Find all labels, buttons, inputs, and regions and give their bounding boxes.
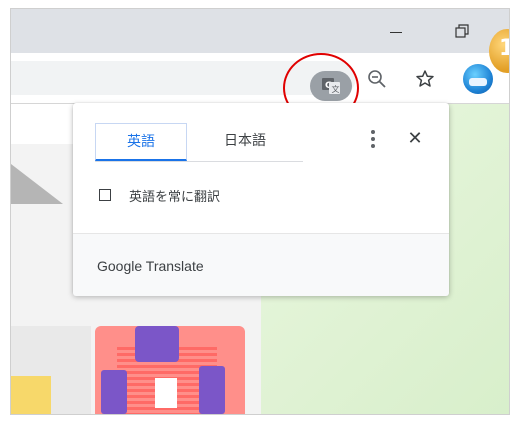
language-tabs: 英語 日本語 (95, 123, 303, 162)
browser-toolbar: G 文 (11, 53, 509, 104)
always-translate-option[interactable]: 英語を常に翻訳 (99, 183, 220, 207)
illustration-element (11, 376, 51, 414)
popup-footer: Google Translate (73, 233, 449, 296)
zoom-button[interactable] (363, 65, 391, 93)
google-translate-brand: Google Translate (97, 258, 204, 274)
chair-illustration (101, 370, 127, 414)
title-bar (11, 9, 509, 53)
minimize-button[interactable] (373, 9, 419, 53)
illustration-card[interactable] (95, 326, 245, 414)
paper-illustration (155, 378, 177, 408)
always-translate-label: 英語を常に翻訳 (129, 189, 221, 205)
sofa-illustration (199, 366, 225, 414)
more-vert-icon[interactable] (365, 125, 381, 153)
restore-button[interactable] (439, 9, 485, 53)
decorative-shape (11, 164, 63, 204)
bookmark-button[interactable] (411, 65, 439, 93)
translate-popup: 英語 日本語 ✕ 英語を常に翻訳 Google Translate (73, 103, 449, 296)
zoom-out-icon (368, 70, 386, 88)
browser-window: G 文 英語 日本語 ✕ 英語を常に翻訳 Google Translate (10, 8, 510, 415)
tab-japanese[interactable]: 日本語 (199, 123, 291, 159)
restore-icon (455, 24, 469, 38)
star-icon (416, 70, 434, 87)
minimize-icon (390, 31, 402, 33)
always-translate-checkbox[interactable] (99, 189, 111, 201)
profile-avatar[interactable] (463, 64, 493, 94)
tab-english[interactable]: 英語 (95, 123, 187, 161)
close-icon[interactable]: ✕ (403, 125, 427, 153)
chair-illustration (135, 326, 179, 362)
illustration-card[interactable] (11, 326, 91, 414)
